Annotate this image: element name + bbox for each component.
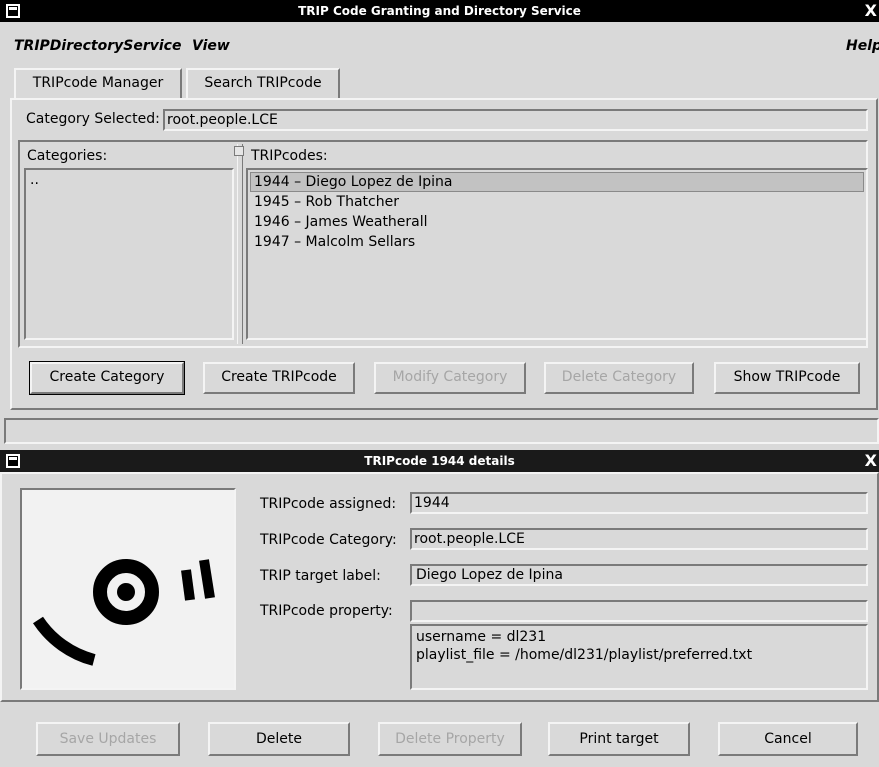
tripcodes-label: TRIPcodes: [251,148,328,164]
window-menu-icon[interactable] [6,454,20,468]
tripcode-list-item-selected[interactable]: 1944 – Diego Lopez de Ipina [250,172,864,192]
list-item[interactable]: .. [26,170,232,190]
splitter-handle[interactable] [237,144,243,344]
tripcode-category-label: TRIPcode Category: [260,532,397,548]
main-window-title: TRIP Code Granting and Directory Service [298,4,581,18]
tripcode-category-field[interactable]: root.people.LCE [410,528,868,550]
tripcode-assigned-field[interactable]: 1944 [410,492,868,514]
trip-target-icon [32,559,215,666]
menu-tripdirectoryservice[interactable]: TRIPDirectoryService [14,38,181,54]
category-selected-label: Category Selected: [26,111,160,127]
tripcode-list-item[interactable]: 1947 – Malcolm Sellars [250,232,864,252]
menu-view[interactable]: View [192,38,230,54]
tripcode-list-item[interactable]: 1945 – Rob Thatcher [250,192,864,212]
show-tripcode-button[interactable]: Show TRIPcode [714,362,860,394]
property-list-item[interactable]: playlist_file = /home/dl231/playlist/pre… [412,646,866,664]
property-list-item[interactable]: username = dl231 [412,628,866,646]
tripcode-properties-list[interactable]: username = dl231 playlist_file = /home/d… [410,624,868,690]
main-window-titlebar[interactable]: TRIP Code Granting and Directory Service… [0,0,879,22]
delete-button[interactable]: Delete [208,722,350,756]
splitter-grip[interactable] [234,146,244,156]
print-target-button[interactable]: Print target [548,722,690,756]
category-selected-field[interactable]: root.people.LCE [163,109,868,131]
tripcode-target-image [20,488,236,690]
tab-tripcode-manager[interactable]: TRIPcode Manager [14,68,182,100]
categories-label: Categories: [27,148,108,164]
close-icon[interactable]: X [865,450,877,472]
modify-category-button[interactable]: Modify Category [374,362,526,394]
tripcode-list-item[interactable]: 1946 – James Weatherall [250,212,864,232]
delete-category-button[interactable]: Delete Category [544,362,694,394]
save-updates-button[interactable]: Save Updates [36,722,180,756]
categories-list[interactable]: .. [24,168,234,340]
tripcode-property-input[interactable] [410,600,868,622]
tab-search-tripcode-label: Search TRIPcode [204,75,322,91]
menu-bar: TRIPDirectoryService View Help [0,22,879,60]
menu-help[interactable]: Help [846,38,879,54]
status-bar [4,418,879,444]
delete-property-button[interactable]: Delete Property [378,722,522,756]
close-icon[interactable]: X [865,0,877,22]
tripcodes-list[interactable]: 1944 – Diego Lopez de Ipina 1945 – Rob T… [246,168,868,340]
details-window-titlebar[interactable]: TRIPcode 1944 details X [0,450,879,472]
create-category-button[interactable]: Create Category [29,361,185,395]
details-window-title: TRIPcode 1944 details [364,454,515,468]
tripcode-assigned-label: TRIPcode assigned: [260,496,397,512]
tripcode-property-label: TRIPcode property: [260,603,393,619]
window-menu-icon[interactable] [6,4,20,18]
trip-target-label-label: TRIP target label: [260,568,381,584]
tab-search-tripcode[interactable]: Search TRIPcode [186,68,340,98]
create-tripcode-button[interactable]: Create TRIPcode [203,362,355,394]
trip-target-label-field[interactable]: Diego Lopez de Ipina [410,564,868,586]
tab-tripcode-manager-label: TRIPcode Manager [32,75,164,91]
cancel-button[interactable]: Cancel [718,722,858,756]
